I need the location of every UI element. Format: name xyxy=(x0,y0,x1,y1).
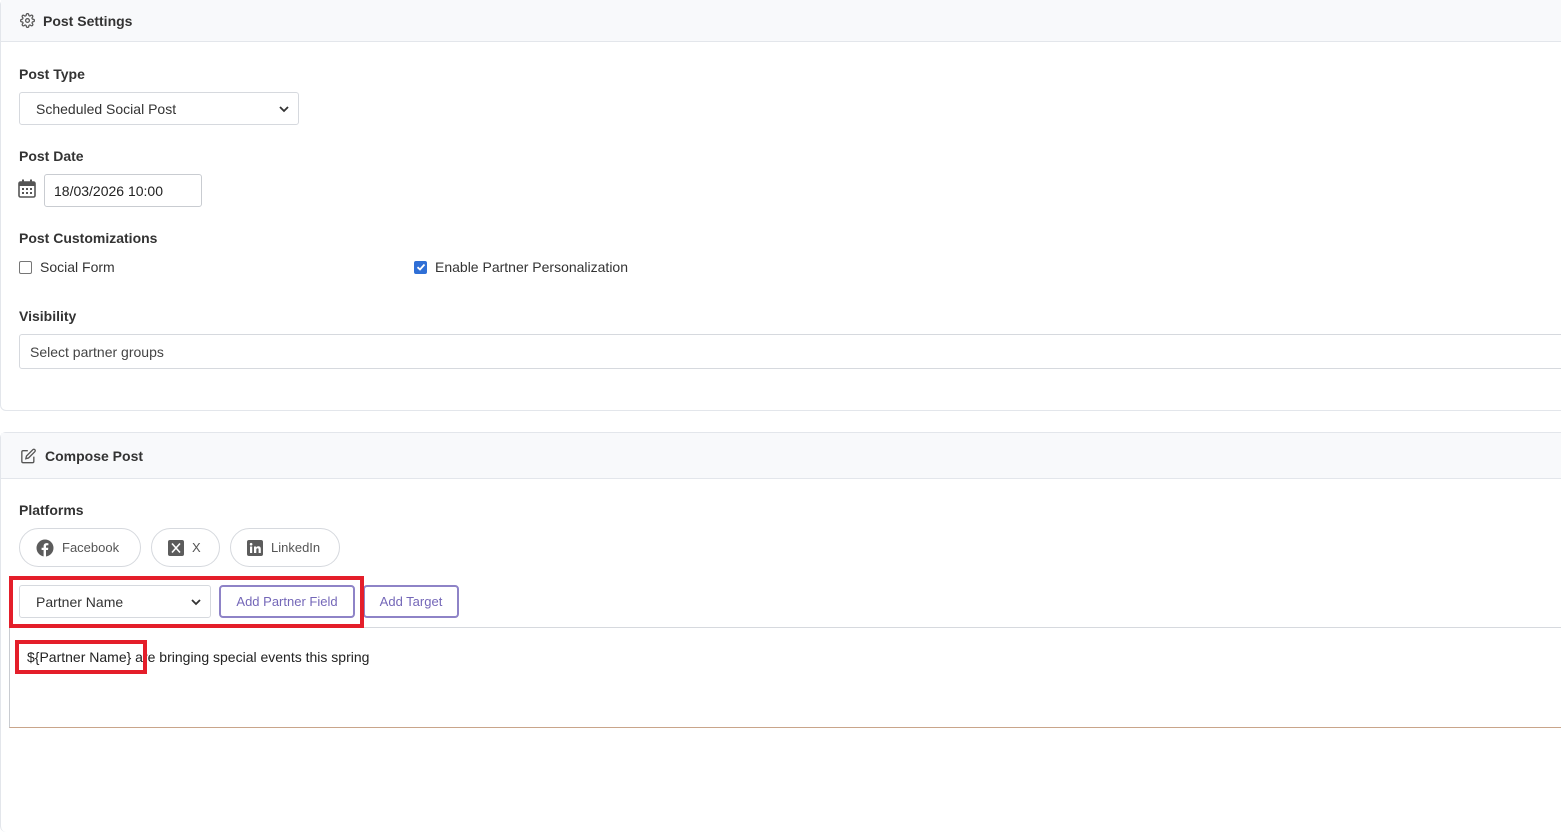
platforms-label: Platforms xyxy=(19,502,84,518)
checkmark-icon xyxy=(416,263,425,271)
add-target-button[interactable]: Add Target xyxy=(363,585,459,618)
partner-field-select[interactable]: Partner Name xyxy=(19,585,211,618)
social-form-box[interactable] xyxy=(19,260,32,274)
edit-icon xyxy=(21,448,36,463)
partner-groups-placeholder: Select partner groups xyxy=(30,343,164,360)
partner-name-token: ${Partner Name} xyxy=(27,649,132,665)
post-settings-header: Post Settings xyxy=(1,0,1561,42)
gear-icon xyxy=(20,13,35,28)
post-editor-content[interactable]: ${Partner Name} are bringing special eve… xyxy=(27,649,369,665)
platform-x-label: X xyxy=(192,540,201,555)
partner-personalization-box[interactable] xyxy=(414,260,427,274)
social-form-checkbox[interactable]: Social Form xyxy=(19,259,115,275)
partner-field-value: Partner Name xyxy=(36,593,124,610)
social-form-label: Social Form xyxy=(40,259,115,275)
platform-facebook-label: Facebook xyxy=(62,540,120,555)
partner-personalization-label: Enable Partner Personalization xyxy=(435,259,629,275)
post-date-label: Post Date xyxy=(19,148,84,164)
post-type-select[interactable]: Scheduled Social Post xyxy=(19,92,299,125)
post-date-input[interactable]: 18/03/2026 10:00 xyxy=(44,174,202,207)
platform-linkedin-label: LinkedIn xyxy=(271,540,321,555)
x-icon xyxy=(168,539,184,556)
add-partner-field-button[interactable]: Add Partner Field xyxy=(219,585,355,618)
partner-groups-select[interactable]: Select partner groups xyxy=(19,334,1561,369)
post-settings-title: Post Settings xyxy=(43,12,133,29)
compose-post-header: Compose Post xyxy=(1,433,1561,479)
linkedin-icon xyxy=(247,539,263,556)
post-editor-text: are bringing special events this spring xyxy=(131,649,370,665)
partner-personalization-checkbox[interactable]: Enable Partner Personalization xyxy=(414,259,628,275)
post-editor[interactable] xyxy=(9,627,1561,728)
calendar-icon[interactable] xyxy=(18,179,36,198)
chevron-down-icon xyxy=(191,598,201,605)
platform-linkedin[interactable]: LinkedIn xyxy=(230,528,340,567)
compose-post-title: Compose Post xyxy=(45,447,144,464)
chevron-down-icon xyxy=(279,105,289,112)
platform-facebook[interactable]: Facebook xyxy=(19,528,141,567)
post-customizations-label: Post Customizations xyxy=(19,230,158,246)
post-type-label: Post Type xyxy=(19,66,85,82)
platform-x[interactable]: X xyxy=(151,528,220,567)
post-type-value: Scheduled Social Post xyxy=(36,100,177,117)
facebook-icon xyxy=(36,539,54,556)
visibility-label: Visibility xyxy=(19,308,77,324)
